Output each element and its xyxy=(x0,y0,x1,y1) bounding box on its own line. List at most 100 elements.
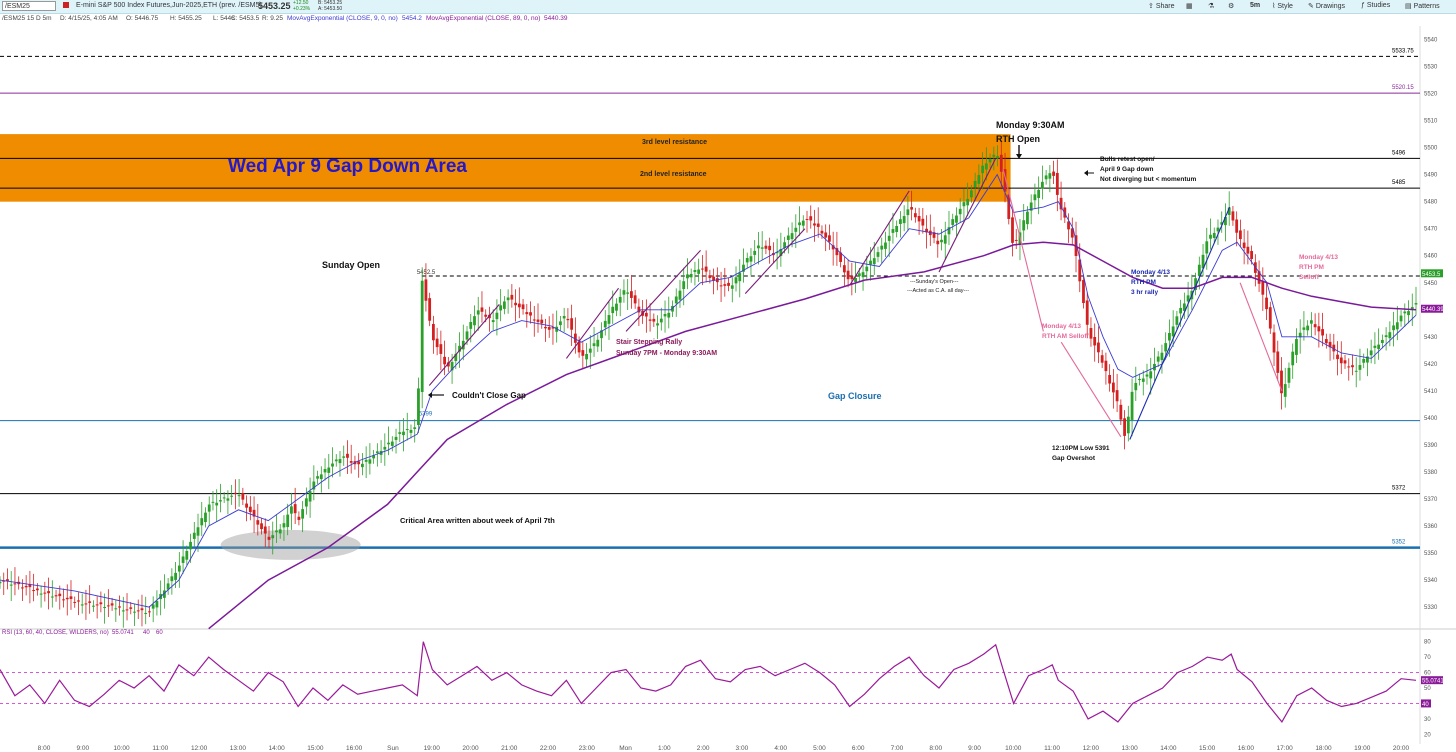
annotation-am-selloff-day: Monday 4/13 xyxy=(1042,323,1081,330)
candle-body xyxy=(547,327,551,330)
level-label-5520.15: 5520.15 xyxy=(1392,85,1414,91)
y-tick-label: 5390 xyxy=(1424,443,1438,449)
candle-body xyxy=(880,245,884,250)
candle-body xyxy=(327,467,331,473)
candle-body xyxy=(521,304,525,310)
candle-body xyxy=(1134,382,1138,391)
candle-body xyxy=(562,316,566,319)
x-tick-label: 10:00 xyxy=(113,745,130,752)
annotation-bulls-retest: Bulls retest open/ xyxy=(1100,156,1155,163)
trend-line xyxy=(565,287,620,359)
x-tick-label: 8:00 xyxy=(929,745,942,752)
candle-body xyxy=(215,502,219,506)
x-tick-label: 12:00 xyxy=(191,745,208,752)
candle-body xyxy=(267,536,271,540)
candle-body xyxy=(1130,391,1134,420)
y-tick-label: 5380 xyxy=(1424,470,1438,476)
trend-line xyxy=(1239,282,1283,392)
candle-body xyxy=(1111,382,1115,393)
annotation-2nd-resistance: 2nd level resistance xyxy=(640,171,707,178)
level-label-5496: 5496 xyxy=(1392,150,1406,156)
candle-body xyxy=(805,218,809,220)
candle-body xyxy=(402,431,405,436)
candle-body xyxy=(1395,322,1399,330)
candle-body xyxy=(656,323,659,326)
candle-body xyxy=(921,218,925,226)
candle-body xyxy=(1242,242,1246,249)
candle-body xyxy=(286,514,290,528)
candle-body xyxy=(1097,342,1100,353)
price-chart[interactable]: 5330 5340 5350 5360 5370 5380 5390 5400 5410 5420… xyxy=(0,0,1456,752)
candle-body xyxy=(798,222,801,226)
candle-body xyxy=(47,591,50,594)
candle-body xyxy=(189,541,192,550)
x-tick-label: 5:00 xyxy=(813,745,826,752)
x-tick-label: 1:00 xyxy=(658,745,671,752)
candle-body xyxy=(256,520,260,525)
rsi-tick-label: 20 xyxy=(1424,732,1431,738)
level-label-5485: 5485 xyxy=(1392,180,1406,186)
x-tick-label: 17:00 xyxy=(1277,745,1294,752)
x-tick-label: 16:00 xyxy=(1238,745,1255,752)
candle-body xyxy=(1313,324,1317,328)
candle-body xyxy=(630,291,633,298)
level-label-5399: 5399 xyxy=(419,412,433,418)
candle-body xyxy=(211,501,215,503)
candle-body xyxy=(940,239,943,243)
candle-body xyxy=(857,273,861,277)
candle-body xyxy=(659,318,663,323)
x-tick-label: 23:00 xyxy=(579,745,596,752)
candle-body xyxy=(1160,352,1164,361)
candle-body xyxy=(364,459,368,462)
candle-body xyxy=(1384,335,1388,338)
candle-body xyxy=(1309,320,1313,324)
candle-body xyxy=(263,526,267,534)
candle-body xyxy=(387,442,390,445)
x-tick-label: 19:00 xyxy=(424,745,441,752)
y-tick-label: 5480 xyxy=(1424,200,1438,206)
candle-body xyxy=(730,285,734,289)
x-tick-label: 9:00 xyxy=(76,745,89,752)
candle-body xyxy=(271,535,275,539)
candle-body xyxy=(1272,332,1276,353)
candle-body xyxy=(95,604,99,606)
candle-body xyxy=(544,326,547,329)
y-tick-label: 5460 xyxy=(1424,254,1438,260)
candle-body xyxy=(338,459,342,464)
annotation-pm-selloff: Selloff xyxy=(1299,274,1320,281)
y-tick-label: 5520 xyxy=(1424,92,1438,98)
candle-body xyxy=(753,250,757,255)
candle-body xyxy=(420,280,424,392)
candle-body xyxy=(413,427,417,429)
candle-body xyxy=(749,256,753,262)
candle-body xyxy=(1138,378,1141,381)
candle-body xyxy=(1399,315,1403,322)
candle-body xyxy=(536,319,540,322)
candle-body xyxy=(786,235,790,240)
candle-body xyxy=(301,509,305,519)
x-tick-label: 16:00 xyxy=(346,745,363,752)
candle-body xyxy=(996,156,999,159)
candle-body xyxy=(1126,416,1130,434)
rsi-tick-label: 50 xyxy=(1424,686,1431,692)
x-tick-label: 19:00 xyxy=(1354,745,1371,752)
candle-body xyxy=(103,607,107,609)
candle-body xyxy=(1168,332,1171,341)
candle-body xyxy=(884,242,887,249)
candle-body xyxy=(196,527,200,536)
candle-body xyxy=(999,154,1003,172)
gap-down-zone xyxy=(0,134,1011,202)
candle-body xyxy=(917,215,921,222)
candle-body xyxy=(678,290,682,300)
x-tick-label: 11:00 xyxy=(1044,745,1060,752)
candle-body xyxy=(1261,280,1265,295)
annotation-acted-as-ca: ---Acted as C.A. all day--- xyxy=(907,288,969,294)
candle-body xyxy=(1276,351,1280,373)
candle-body xyxy=(219,500,222,502)
candle-body xyxy=(981,165,985,174)
candle-body xyxy=(484,314,488,317)
candle-body xyxy=(290,506,293,514)
candle-body xyxy=(1239,230,1242,240)
annotation-sunday-open-ca: ---Sunday's Open--- xyxy=(910,279,959,285)
candle-body xyxy=(1149,371,1153,379)
